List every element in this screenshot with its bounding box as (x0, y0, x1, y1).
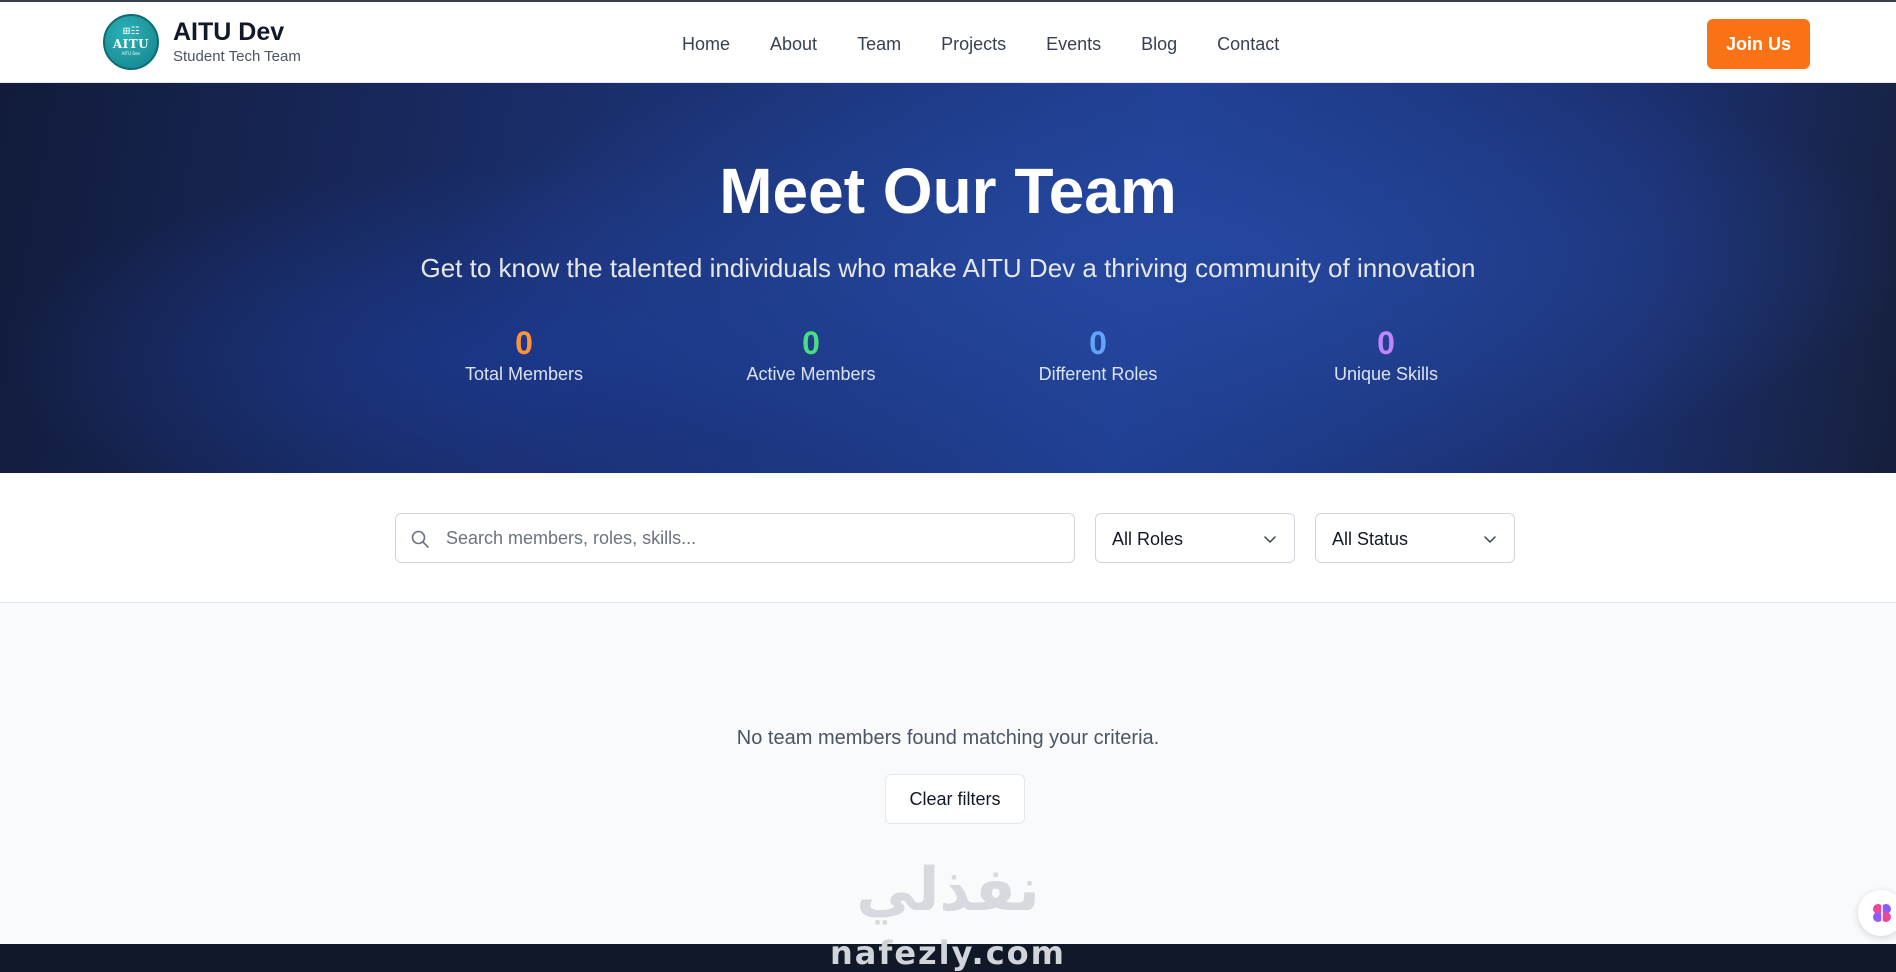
status-select[interactable]: All Status (1315, 513, 1515, 563)
brand[interactable]: ⊞☷ AITU AITU Dev AITU Dev Student Tech T… (103, 14, 301, 70)
stat-active-members: 0 Active Members (691, 324, 931, 386)
search-icon (411, 530, 429, 548)
nav-team[interactable]: Team (857, 32, 901, 56)
brand-subtitle: Student Tech Team (173, 48, 301, 65)
site-header: ⊞☷ AITU AITU Dev AITU Dev Student Tech T… (0, 2, 1896, 83)
search-box[interactable] (395, 513, 1075, 563)
stat-label: Different Roles (1038, 364, 1158, 384)
chevron-down-icon (1484, 536, 1496, 543)
brand-logo[interactable]: ⊞☷ AITU AITU Dev (103, 14, 159, 70)
stat-different-roles: 0 Different Roles (978, 324, 1218, 386)
logo-text: AITU (112, 37, 150, 51)
stat-value: 0 (802, 325, 820, 361)
watermark-arabic-text: نفذلي (856, 855, 1040, 925)
stat-label: Unique Skills (1333, 364, 1439, 384)
stat-label: Active Members (746, 364, 876, 384)
nav-contact[interactable]: Contact (1217, 32, 1279, 56)
brand-title: AITU Dev (173, 18, 285, 46)
assistant-float-button[interactable] (1858, 890, 1896, 936)
brand-text: AITU Dev Student Tech Team (173, 17, 301, 67)
stat-unique-skills: 0 Unique Skills (1266, 324, 1506, 386)
nav-blog[interactable]: Blog (1141, 32, 1177, 56)
page-title: Meet Our Team (719, 155, 1177, 227)
join-us-button[interactable]: Join Us (1707, 19, 1810, 69)
roles-select[interactable]: All Roles (1095, 513, 1295, 563)
filter-bar: All Roles All Status (0, 473, 1896, 603)
clear-filters-button[interactable]: Clear filters (885, 774, 1025, 824)
nav-about[interactable]: About (770, 32, 817, 56)
stat-label: Total Members (464, 364, 584, 384)
logo-glyphs: ⊞☷ (122, 26, 140, 37)
nav-home[interactable]: Home (682, 32, 730, 56)
stat-total-members: 0 Total Members (404, 324, 644, 386)
logo-caption: AITU Dev (121, 51, 141, 56)
hero-section: Meet Our Team Get to know the talented i… (0, 83, 1896, 473)
search-input[interactable] (446, 514, 1066, 562)
nav-projects[interactable]: Projects (941, 32, 1006, 56)
watermark-logo-latin: nafezly.com (830, 934, 1066, 972)
stat-value: 0 (1089, 325, 1107, 361)
status-select-value: All Status (1332, 529, 1409, 549)
empty-state-message: No team members found matching your crit… (736, 727, 1160, 749)
nav-events[interactable]: Events (1046, 32, 1101, 56)
page-subtitle: Get to know the talented individuals who… (420, 253, 1476, 283)
stat-value: 0 (515, 325, 533, 361)
watermark-logo-arabic: نفذلي (856, 855, 1040, 925)
brain-icon (1873, 904, 1891, 922)
main-nav: Home About Team Projects Events Blog Con… (682, 32, 1319, 56)
stat-value: 0 (1377, 325, 1395, 361)
roles-select-value: All Roles (1112, 529, 1184, 549)
chevron-down-icon (1264, 536, 1276, 543)
